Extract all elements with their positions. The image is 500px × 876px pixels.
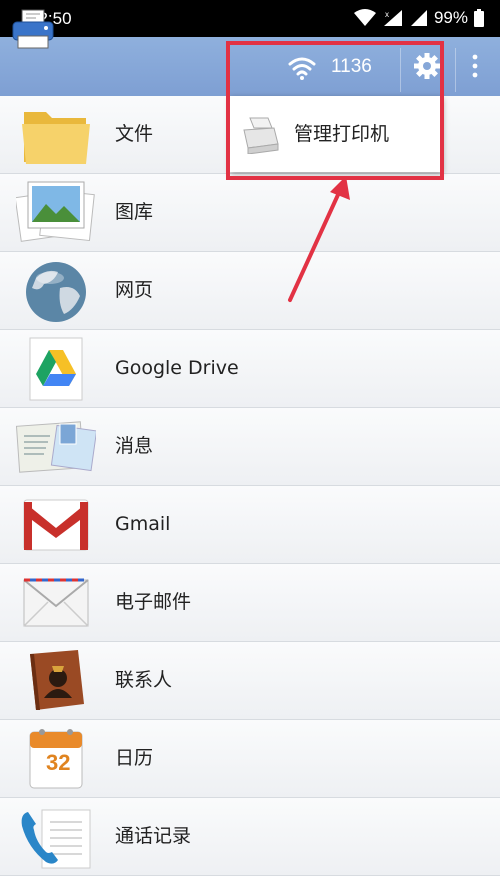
list-item-label: 电子邮件 <box>115 591 192 613</box>
list-item-label: 文件 <box>115 123 154 145</box>
list-item-label: 图库 <box>115 201 154 223</box>
list-item-calendar[interactable]: 32 日历 <box>0 720 500 798</box>
photos-icon <box>16 181 95 242</box>
status-icons: x 99% <box>353 8 484 28</box>
envelope-icon <box>23 578 89 627</box>
postcard-icon <box>16 421 96 473</box>
list-item-call-log[interactable]: 通话记录 <box>0 798 500 876</box>
list-item-google-drive[interactable]: Google Drive <box>0 330 500 408</box>
folder-icon <box>22 112 90 164</box>
highlight-box <box>226 41 444 180</box>
list-item-label: 联系人 <box>115 669 173 691</box>
battery-icon <box>474 9 484 27</box>
list-item-web[interactable]: 网页 <box>0 252 500 330</box>
printer-app-logo-icon[interactable] <box>10 8 56 50</box>
overflow-menu-icon[interactable] <box>466 52 484 80</box>
list-item-messages[interactable]: 消息 <box>0 408 500 486</box>
svg-text:x: x <box>385 10 389 19</box>
address-book-icon <box>30 650 84 710</box>
globe-icon <box>26 262 86 322</box>
source-list: 文件 图库 网页 Google Drive 消息 Gmail 电子邮件 联系人 … <box>0 96 500 876</box>
list-item-contacts[interactable]: 联系人 <box>0 642 500 720</box>
phone-call-log-icon <box>21 809 91 869</box>
battery-percent: 99% <box>433 8 468 27</box>
gmail-icon <box>23 499 89 551</box>
toolbar-divider <box>455 48 456 92</box>
calendar-icon-number: 32 <box>46 750 71 775</box>
list-item-label: 日历 <box>115 747 154 769</box>
list-item-gmail[interactable]: Gmail <box>0 486 500 564</box>
status-bar: 12:50 x 99% <box>0 0 500 37</box>
list-item-label: 通话记录 <box>115 825 192 847</box>
google-drive-icon <box>29 337 83 401</box>
annotation-arrow-icon <box>288 176 350 302</box>
cell-signal-2-icon <box>410 10 427 26</box>
list-item-email[interactable]: 电子邮件 <box>0 564 500 642</box>
wifi-status-icon <box>353 9 376 26</box>
list-item-label: 消息 <box>115 435 154 457</box>
cell-signal-icon: x <box>383 10 402 26</box>
list-item-gallery[interactable]: 图库 <box>0 174 500 252</box>
list-item-label: Google Drive <box>115 357 239 379</box>
list-item-label: 网页 <box>115 279 154 301</box>
list-item-label: Gmail <box>115 513 171 535</box>
